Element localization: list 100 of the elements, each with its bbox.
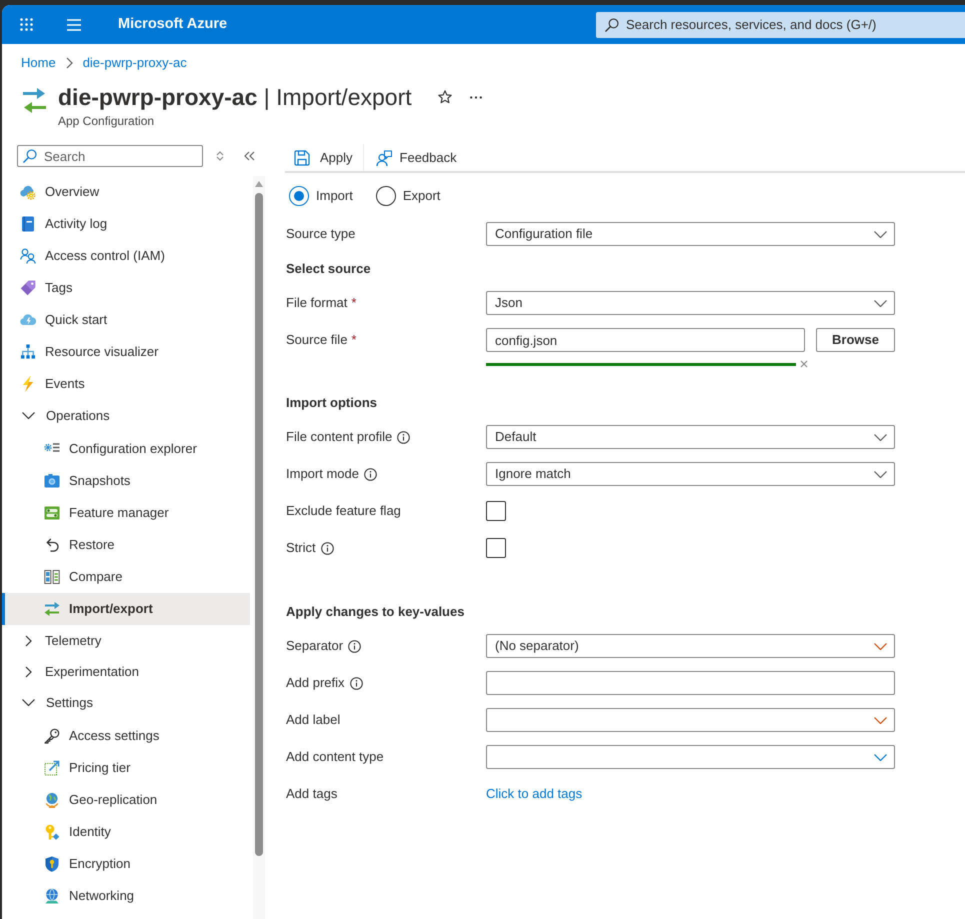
dropdown[interactable]: (No separator)	[486, 634, 895, 658]
section-heading: Apply changes to key-values	[286, 603, 464, 621]
scrollbar-thumb[interactable]	[255, 193, 263, 856]
nav-item[interactable]: Activity log	[2, 208, 250, 240]
required-mark: *	[351, 294, 356, 312]
search-field[interactable]: Search resources, services, and docs (G+/)	[596, 12, 965, 38]
search-field[interactable]: Search	[17, 145, 203, 167]
checkbox[interactable]	[486, 538, 506, 558]
nav-item[interactable]: Operations	[2, 400, 250, 431]
field-label: File format	[286, 294, 348, 312]
nav-item[interactable]: Configuration explorer	[2, 433, 250, 465]
book-icon	[20, 216, 36, 232]
star-icon[interactable]	[438, 90, 452, 104]
nav-item[interactable]: Snapshots	[2, 465, 250, 497]
section-heading: Import options	[286, 394, 377, 412]
info-icon[interactable]	[397, 430, 410, 444]
field-label: Source type	[286, 225, 356, 244]
nav-item[interactable]: Access control (IAM)	[2, 240, 250, 272]
people-icon	[20, 248, 36, 264]
add-tags-link[interactable]: Click to add tags	[486, 782, 582, 806]
nav-item[interactable]: Access settings	[2, 720, 250, 752]
nav-item[interactable]: Overview	[2, 176, 250, 208]
toolbar-button[interactable]: Apply	[294, 144, 353, 171]
browse-button[interactable]: Browse	[816, 328, 895, 352]
more-icon[interactable]	[470, 96, 482, 98]
compare-columns-icon	[44, 569, 60, 585]
page-title: die-pwrp-proxy-ac | Import/export	[58, 83, 412, 112]
field-label: Add content type	[286, 748, 384, 766]
dropdown[interactable]: Configuration file	[486, 222, 895, 246]
hierarchy-icon	[20, 344, 36, 360]
nav-item[interactable]: Identity	[2, 816, 250, 848]
nav-item[interactable]: Encryption	[2, 848, 250, 880]
radio-label[interactable]: Export	[402, 186, 440, 206]
key-icon	[44, 728, 60, 744]
search-icon	[23, 149, 37, 163]
globe-stand-icon	[44, 792, 60, 808]
info-icon[interactable]	[350, 676, 363, 690]
radio-button[interactable]	[289, 186, 309, 206]
text-field[interactable]: config.json	[486, 328, 805, 352]
dropdown[interactable]	[486, 708, 895, 732]
double-chevron-icon[interactable]	[244, 151, 255, 161]
nav-item[interactable]: Compare	[2, 561, 250, 593]
nav-item[interactable]: Feature manager	[2, 497, 250, 529]
dropdown[interactable]: Ignore match	[486, 462, 895, 486]
nav-item[interactable]: Resource visualizer	[2, 336, 250, 368]
dropdown[interactable]: Default	[486, 425, 895, 449]
toolbar-button[interactable]: Feedback	[376, 144, 457, 171]
section-heading: Select source	[286, 260, 371, 278]
dropdown[interactable]	[486, 745, 895, 769]
resource-type-label: App Configuration	[58, 113, 154, 129]
nav-item[interactable]: Import/export	[2, 593, 250, 625]
nav-item[interactable]: Tags	[2, 272, 250, 304]
field-label: Separator	[286, 637, 344, 656]
swap-arrows-icon	[22, 87, 47, 114]
globe-icon	[44, 888, 60, 904]
cloud-lightning-icon	[20, 312, 36, 328]
breadcrumb-link[interactable]: die-pwrp-proxy-ac	[82, 54, 187, 72]
field-label: Add prefix	[286, 674, 345, 692]
dropdown[interactable]: Json	[486, 291, 895, 315]
lightning-icon	[20, 376, 36, 392]
nav-item[interactable]: Networking	[2, 880, 250, 912]
undo-arrow-icon	[44, 537, 60, 553]
swap-arrows-icon	[44, 601, 60, 617]
cloud-gear-icon	[20, 184, 36, 200]
camera-icon	[44, 473, 60, 489]
radio-button[interactable]	[376, 186, 396, 206]
brand-name[interactable]: Microsoft Azure	[118, 14, 228, 36]
info-icon[interactable]	[348, 640, 362, 652]
field-label: File content profile	[286, 428, 392, 446]
key-icon	[44, 824, 60, 840]
radio-label[interactable]: Import	[316, 186, 353, 206]
nav-item[interactable]: Settings	[2, 687, 250, 718]
info-icon[interactable]	[364, 468, 377, 480]
breadcrumb-link[interactable]: Home	[21, 54, 56, 72]
info-icon[interactable]	[320, 542, 334, 554]
field-label: Import mode	[286, 465, 359, 484]
close-icon[interactable]	[800, 360, 808, 368]
search-icon	[605, 18, 619, 32]
shield-icon	[44, 856, 60, 872]
field-label: Strict	[286, 539, 316, 558]
nav-item[interactable]: Events	[2, 368, 250, 400]
chevron-right-icon	[66, 57, 73, 69]
nav-item[interactable]: Pricing tier	[2, 752, 250, 784]
grid-dots-icon[interactable]	[20, 18, 33, 31]
up-down-chevron-icon[interactable]	[216, 151, 224, 161]
nav-item[interactable]: Experimentation	[2, 656, 250, 687]
tag-icon	[20, 280, 36, 296]
nav-item[interactable]: Telemetry	[2, 625, 250, 656]
nav-item[interactable]: Restore	[2, 529, 250, 561]
checkbox[interactable]	[486, 501, 506, 521]
toggle-panel-icon	[44, 505, 60, 521]
nav-item[interactable]: Geo-replication	[2, 784, 250, 816]
field-label: Source file	[286, 331, 348, 350]
required-mark: *	[351, 331, 356, 350]
menu-icon[interactable]	[67, 18, 81, 30]
feedback-icon	[376, 150, 392, 166]
field-label: Add label	[286, 711, 340, 730]
field-label: Add tags	[286, 785, 338, 804]
text-field[interactable]	[486, 671, 895, 695]
nav-item[interactable]: Quick start	[2, 304, 250, 336]
